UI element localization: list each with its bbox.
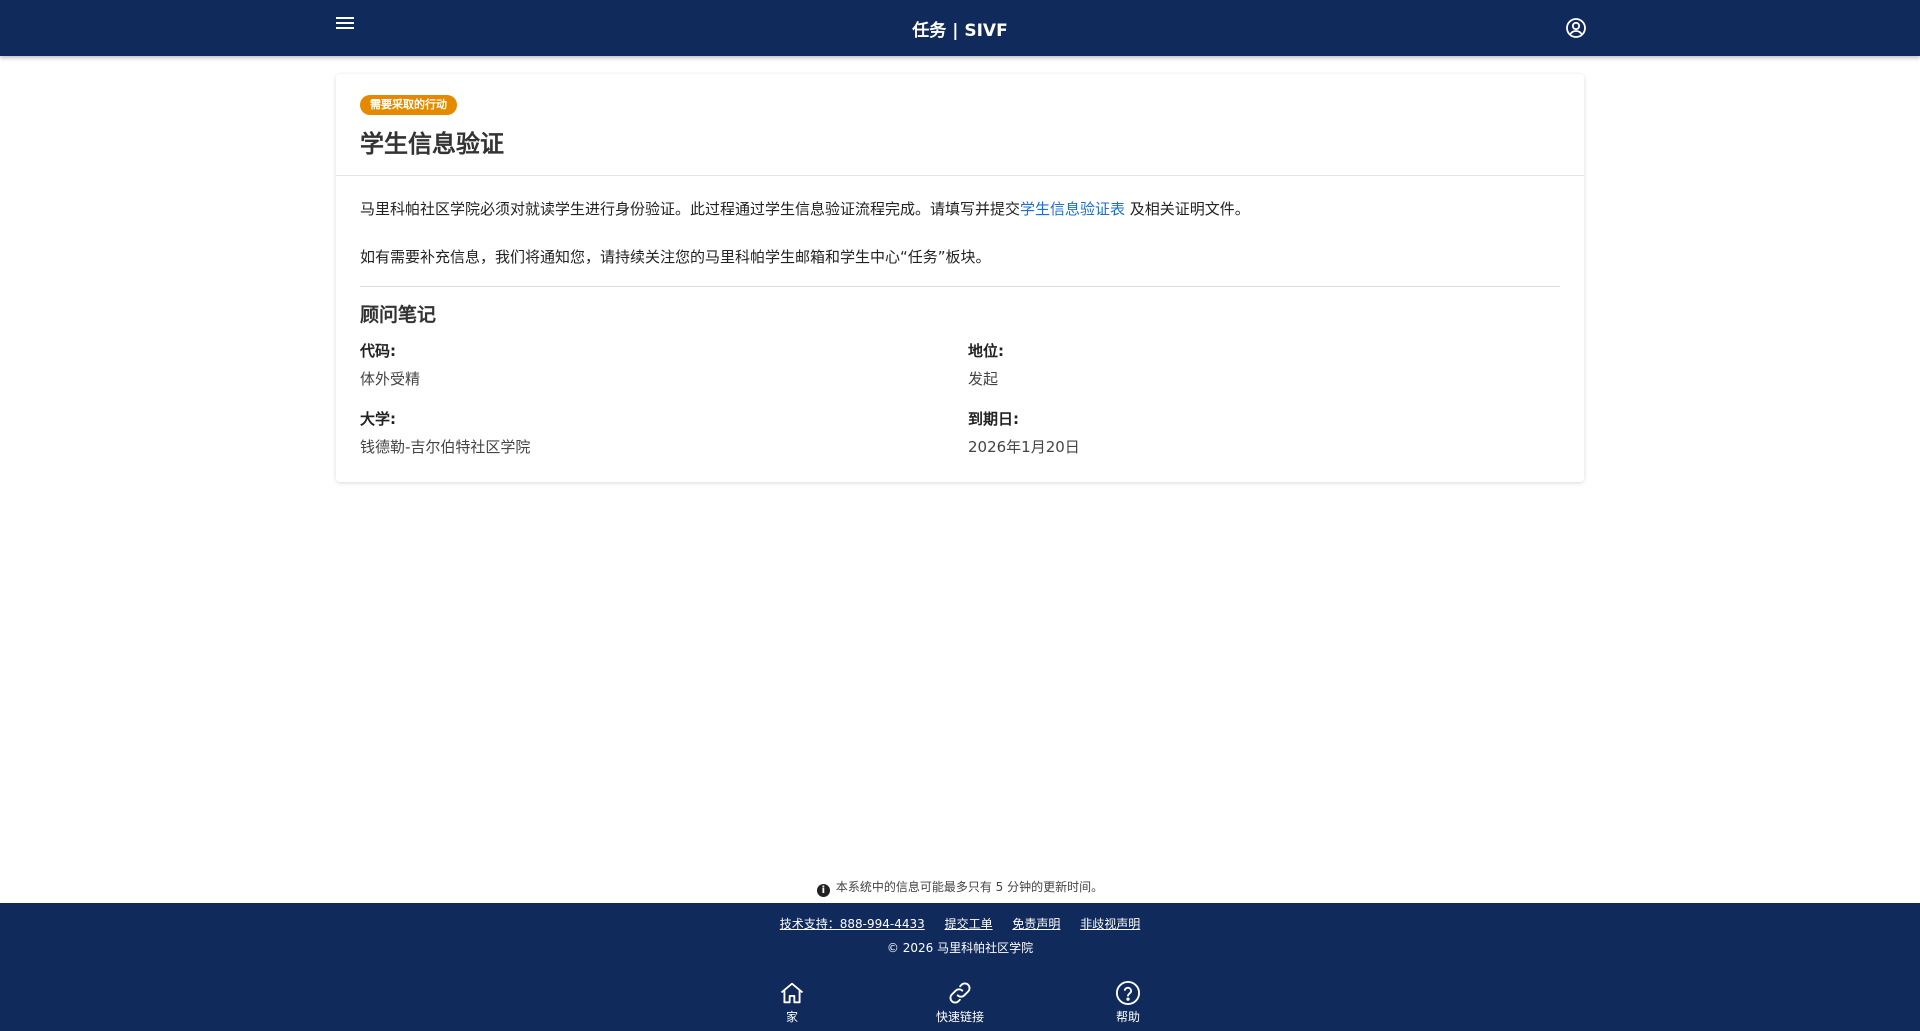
help-icon — [1115, 980, 1141, 1006]
status-value: 发起 — [968, 370, 999, 388]
disclaimer-link[interactable]: 免责声明 — [1012, 917, 1060, 931]
link-icon — [949, 982, 971, 1004]
footer: 技术支持：888-994-4433 提交工单 免责声明 非歧视声明 © 2026… — [0, 903, 1920, 1031]
top-app-bar: 任务 | SIVF — [0, 0, 1920, 56]
college-value: 钱德勒-吉尔伯特社区学院 — [360, 438, 531, 456]
section-divider — [360, 286, 1560, 287]
action-required-badge: 需要采取的行动 — [360, 95, 457, 115]
status-label: 地位: — [968, 342, 1004, 360]
notification-paragraph: 如有需要补充信息，我们将通知您，请持续关注您的马里科帕学生邮箱和学生中心“任务”… — [360, 248, 991, 266]
page-title: 任务 | SIVF — [912, 21, 1008, 41]
description-paragraph: 马里科帕社区学院必须对就读学生进行身份验证。此过程通过学生信息验证流程完成。请填… — [360, 198, 1250, 219]
data-freshness-notice: i 本系统中的信息可能最多只有 5 分钟的更新时间。 — [0, 878, 1920, 897]
account-icon[interactable] — [1564, 16, 1588, 40]
college-label: 大学: — [360, 410, 396, 428]
submit-ticket-link[interactable]: 提交工单 — [945, 917, 993, 931]
card-header: 需要采取的行动 学生信息验证 — [336, 74, 1584, 176]
notice-text: 本系统中的信息可能最多只有 5 分钟的更新时间。 — [835, 880, 1104, 894]
nav-quick-links-label: 快速链接 — [935, 1010, 984, 1024]
due-date-label: 到期日: — [968, 410, 1019, 428]
code-value: 体外受精 — [360, 370, 421, 388]
description-text: 马里科帕社区学院必须对就读学生进行身份验证。此过程通过学生信息验证流程完成。请填… — [360, 200, 1021, 218]
task-card: 需要采取的行动 学生信息验证 马里科帕社区学院必须对就读学生进行身份验证。此过程… — [336, 74, 1584, 482]
nav-home-label: 家 — [785, 1010, 798, 1024]
due-date-value: 2026年1月20日 — [968, 438, 1080, 456]
nav-quick-links[interactable]: 快速链接 — [900, 979, 1020, 1025]
code-label: 代码: — [360, 342, 396, 360]
home-icon — [780, 982, 804, 1004]
advisor-notes-heading: 顾问笔记 — [360, 304, 437, 326]
info-icon: i — [816, 884, 830, 897]
nav-help[interactable]: 帮助 — [1068, 979, 1188, 1025]
copyright: © 2026 马里科帕社区学院 — [886, 941, 1034, 955]
description-suffix: 及相关证明文件。 — [1125, 200, 1250, 218]
footer-links: 技术支持：888-994-4433 提交工单 免责声明 非歧视声明 — [0, 915, 1920, 932]
tech-support-link[interactable]: 技术支持：888-994-4433 — [780, 917, 925, 931]
nav-help-label: 帮助 — [1115, 1010, 1140, 1024]
nondiscrimination-link[interactable]: 非歧视声明 — [1080, 917, 1140, 931]
task-title: 学生信息验证 — [360, 130, 504, 158]
verification-form-link[interactable]: 学生信息验证表 — [1020, 200, 1125, 218]
nav-home[interactable]: 家 — [732, 979, 852, 1025]
